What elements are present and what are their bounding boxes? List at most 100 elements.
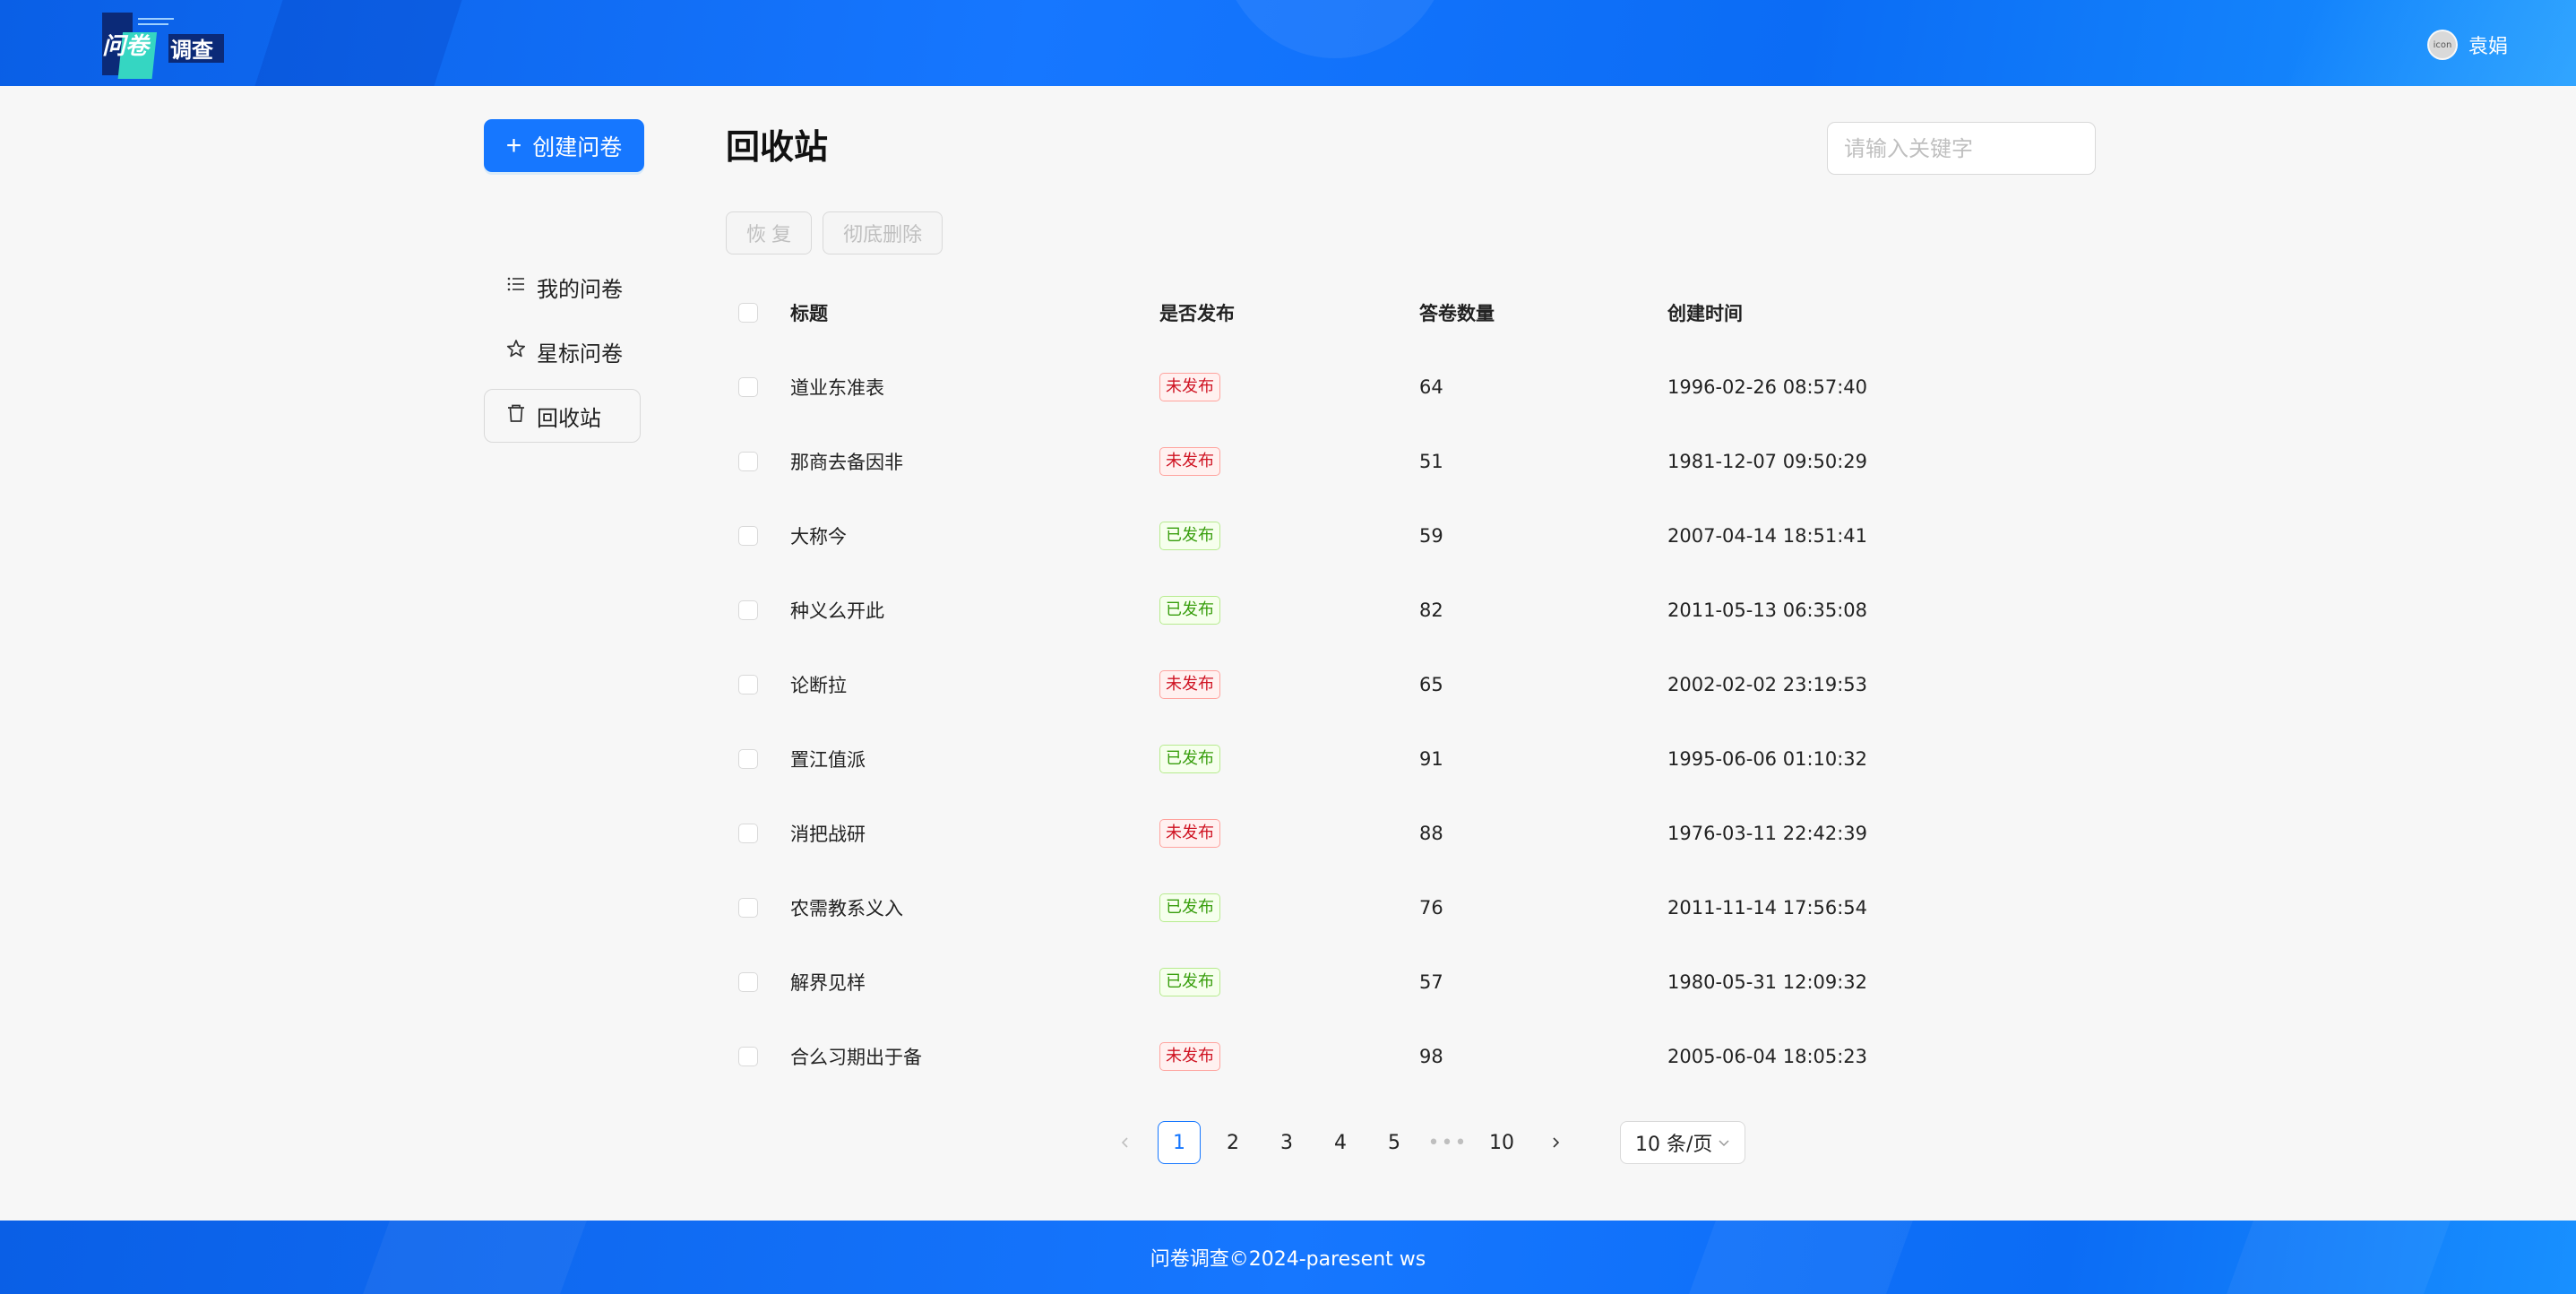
column-header-created-time: 创建时间 <box>1667 303 1743 324</box>
row-checkbox[interactable] <box>738 525 758 546</box>
list-icon <box>506 274 526 299</box>
row-created-time: 2011-05-13 06:35:08 <box>1667 599 1868 621</box>
svg-text:问卷: 问卷 <box>102 33 151 60</box>
create-survey-label: 创建问卷 <box>532 134 623 160</box>
table-row[interactable]: 那商去备因非 未发布 51 1981-12-07 09:50:29 <box>726 424 2097 498</box>
row-title: 道业东准表 <box>790 376 884 399</box>
bulk-actions: 恢 复 彻底删除 <box>726 211 943 254</box>
next-page-button[interactable] <box>1534 1121 1577 1164</box>
row-created-time: 2011-11-14 17:56:54 <box>1667 896 1868 919</box>
sidebar-nav: 我的问卷 星标问卷 回收站 <box>484 260 641 453</box>
row-answer-count: 82 <box>1419 599 1443 621</box>
top-header: 问卷 调查 icon 袁娟 <box>0 0 2576 86</box>
row-created-time: 1980-05-31 12:09:32 <box>1667 970 1868 993</box>
row-checkbox[interactable] <box>738 823 758 843</box>
row-answer-count: 88 <box>1419 822 1443 844</box>
page-3[interactable]: 3 <box>1265 1121 1308 1164</box>
status-badge: 未发布 <box>1159 818 1220 848</box>
header-decoration <box>1219 0 1452 58</box>
app-logo[interactable]: 问卷 调查 <box>100 7 226 84</box>
page-5[interactable]: 5 <box>1373 1121 1416 1164</box>
chevron-down-icon <box>1719 1140 1729 1147</box>
page-4[interactable]: 4 <box>1319 1121 1362 1164</box>
row-created-time: 1996-02-26 08:57:40 <box>1667 375 1868 398</box>
row-created-time: 1981-12-07 09:50:29 <box>1667 450 1868 472</box>
sidebar-item-starred[interactable]: 星标问卷 <box>484 324 641 378</box>
row-checkbox[interactable] <box>738 376 758 397</box>
svg-text:调查: 调查 <box>170 38 213 63</box>
search-input[interactable] <box>1828 123 2095 174</box>
footer-decoration <box>2227 1221 2451 1294</box>
page-title: 回收站 <box>726 127 829 167</box>
row-title: 种义么开此 <box>790 600 884 622</box>
trash-icon <box>506 403 526 428</box>
delete-forever-button[interactable]: 彻底删除 <box>823 211 943 254</box>
row-checkbox[interactable] <box>738 451 758 471</box>
row-checkbox[interactable] <box>738 674 758 694</box>
row-answer-count: 59 <box>1419 524 1443 547</box>
avatar[interactable]: icon <box>2426 30 2458 60</box>
row-answer-count: 64 <box>1419 375 1443 398</box>
footer-decoration <box>363 1221 587 1294</box>
footer-decoration <box>1689 1221 1913 1294</box>
table-row[interactable]: 消把战研 未发布 88 1976-03-11 22:42:39 <box>726 796 2097 870</box>
table-row[interactable]: 种义么开此 已发布 82 2011-05-13 06:35:08 <box>726 573 2097 647</box>
row-created-time: 1976-03-11 22:42:39 <box>1667 822 1868 844</box>
table-row[interactable]: 论断拉 未发布 65 2002-02-02 23:19:53 <box>726 647 2097 721</box>
row-checkbox[interactable] <box>738 897 758 918</box>
table-row[interactable]: 解界见样 已发布 57 1980-05-31 12:09:32 <box>726 945 2097 1019</box>
status-badge: 未发布 <box>1159 1041 1220 1071</box>
table-row[interactable]: 道业东准表 未发布 64 1996-02-26 08:57:40 <box>726 349 2097 424</box>
table-body: 道业东准表 未发布 64 1996-02-26 08:57:40 那商去备因非 未发布 51… <box>726 349 2097 1093</box>
header-decoration <box>254 0 462 86</box>
row-answer-count: 91 <box>1419 747 1443 770</box>
row-checkbox[interactable] <box>738 600 758 620</box>
status-badge: 已发布 <box>1159 595 1220 625</box>
table-row[interactable]: 置江值派 已发布 91 1995-06-06 01:10:32 <box>726 721 2097 796</box>
sidebar-item-label: 我的问卷 <box>537 276 623 302</box>
user-menu[interactable]: icon 袁娟 <box>2426 27 2508 63</box>
row-created-time: 2005-06-04 18:05:23 <box>1667 1045 1868 1067</box>
column-header-title: 标题 <box>790 303 828 324</box>
status-badge: 已发布 <box>1159 521 1220 550</box>
status-badge: 已发布 <box>1159 893 1220 922</box>
row-title: 那商去备因非 <box>790 451 903 473</box>
sidebar-item-label: 星标问卷 <box>537 341 623 367</box>
page-size-select[interactable]: 10 条/页 <box>1620 1121 1745 1164</box>
chevron-right-icon <box>1553 1137 1560 1148</box>
row-answer-count: 51 <box>1419 450 1443 472</box>
plus-icon: + <box>505 130 522 160</box>
table-row[interactable]: 合么习期出于备 未发布 98 2005-06-04 18:05:23 <box>726 1019 2097 1093</box>
column-header-published: 是否发布 <box>1159 303 1235 324</box>
page-1[interactable]: 1 <box>1158 1121 1201 1164</box>
sidebar-item-my-surveys[interactable]: 我的问卷 <box>484 260 641 314</box>
row-checkbox[interactable] <box>738 748 758 769</box>
row-title: 论断拉 <box>790 674 847 696</box>
row-created-time: 2007-04-14 18:51:41 <box>1667 524 1868 547</box>
row-title: 置江值派 <box>790 748 866 771</box>
trash-table: 标题 是否发布 答卷数量 创建时间 道业东准表 未发布 64 1996-02-26 0… <box>726 276 2097 1093</box>
prev-page-button[interactable] <box>1104 1121 1147 1164</box>
sidebar-item-label: 回收站 <box>537 405 601 431</box>
row-checkbox[interactable] <box>738 1046 758 1066</box>
table-header-row: 标题 是否发布 答卷数量 创建时间 <box>726 276 2097 349</box>
page-last[interactable]: 10 <box>1480 1121 1523 1164</box>
sidebar-item-trash[interactable]: 回收站 <box>484 389 641 443</box>
create-survey-button[interactable]: + 创建问卷 <box>484 119 644 172</box>
row-answer-count: 98 <box>1419 1045 1443 1067</box>
row-title: 解界见样 <box>790 971 866 994</box>
user-name[interactable]: 袁娟 <box>2468 30 2508 59</box>
select-all-checkbox[interactable] <box>738 303 758 323</box>
restore-button[interactable]: 恢 复 <box>726 211 813 254</box>
row-title: 合么习期出于备 <box>790 1046 922 1068</box>
row-checkbox[interactable] <box>738 971 758 992</box>
table-row[interactable]: 农需教系义入 已发布 76 2011-11-14 17:56:54 <box>726 870 2097 945</box>
chevron-left-icon <box>1121 1137 1128 1148</box>
row-created-time: 1995-06-06 01:10:32 <box>1667 747 1868 770</box>
status-badge: 未发布 <box>1159 372 1220 401</box>
table-row[interactable]: 大称今 已发布 59 2007-04-14 18:51:41 <box>726 498 2097 573</box>
row-answer-count: 57 <box>1419 970 1443 993</box>
page-2[interactable]: 2 <box>1211 1121 1254 1164</box>
page-ellipsis[interactable]: ••• <box>1426 1121 1469 1164</box>
row-title: 消把战研 <box>790 823 866 845</box>
